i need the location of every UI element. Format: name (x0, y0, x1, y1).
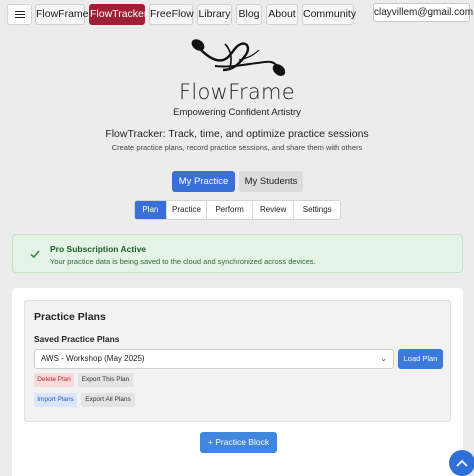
alert-message: Your practice data is being saved to the… (50, 257, 316, 266)
tab-review[interactable]: Review (253, 201, 295, 219)
tab-settings[interactable]: Settings (294, 201, 340, 219)
brand-name: FlowFrame (178, 80, 296, 104)
saved-plans-label: Saved Practice Plans (34, 334, 120, 344)
hamburger-icon (14, 10, 25, 19)
tab-practice[interactable]: Practice (167, 201, 208, 219)
my-practice-button[interactable]: My Practice (172, 171, 235, 192)
plan-select-value: AWS - Workshop (May 2025) (41, 354, 145, 363)
check-circle-icon (27, 246, 43, 262)
tab-perform[interactable]: Perform (207, 201, 253, 219)
section-tabs: Plan Practice Perform Review Settings (134, 200, 341, 220)
nav-link-freeflow[interactable]: FreeFlow (149, 4, 194, 25)
chevron-down-icon: ⌄ (380, 354, 387, 363)
nav-link-flowframe[interactable]: FlowFrame (35, 4, 89, 25)
practice-plans-title: Practice Plans (34, 311, 106, 323)
nav-link-blog[interactable]: Blog (236, 4, 262, 25)
export-all-plans-button[interactable]: Export All Plans (81, 393, 135, 407)
subscription-alert: Pro Subscription Active Your practice da… (12, 234, 463, 273)
import-plans-button[interactable]: Import Plans (34, 393, 77, 407)
app-title: FlowTracker: Track, time, and optimize p… (105, 128, 369, 140)
chevron-up-icon[interactable] (449, 450, 474, 476)
export-plan-button[interactable]: Export This Plan (78, 373, 133, 387)
alert-title: Pro Subscription Active (50, 244, 147, 254)
top-nav: FlowFrame FlowTracker FreeFlow Library B… (0, 0, 474, 30)
practice-plans-panel: Practice Plans Saved Practice Plans AWS … (24, 300, 451, 422)
user-email-button[interactable]: clayvillem@gmail.com (373, 3, 473, 22)
add-practice-block-button[interactable]: + Practice Block (200, 432, 277, 453)
plan-card: Practice Plans Saved Practice Plans AWS … (12, 288, 463, 476)
menu-button[interactable] (7, 4, 32, 25)
nav-link-about[interactable]: About (266, 4, 298, 25)
delete-plan-button[interactable]: Delete Plan (34, 373, 74, 387)
load-plan-button[interactable]: Load Plan (398, 349, 443, 369)
tab-plan[interactable]: Plan (135, 201, 167, 219)
nav-link-flowtracker[interactable]: FlowTracker (89, 4, 147, 25)
nav-link-library[interactable]: Library (197, 4, 232, 25)
brand-tagline: Empowering Confident Artistry (173, 107, 301, 118)
nav-link-community[interactable]: Community (302, 4, 356, 25)
plan-select[interactable]: AWS - Workshop (May 2025) ⌄ (34, 349, 394, 369)
my-students-button[interactable]: My Students (239, 171, 303, 192)
flowframe-logo (191, 39, 286, 76)
app-subtitle: Create practice plans, record practice s… (111, 143, 363, 152)
